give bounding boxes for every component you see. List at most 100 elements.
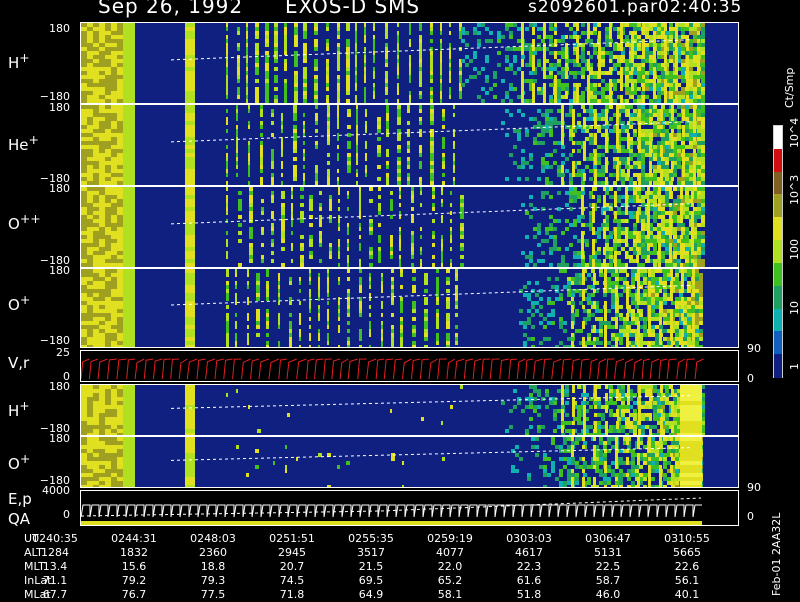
heatmap-cell	[346, 47, 350, 51]
heatmap-cell	[93, 177, 99, 181]
heatmap-cell	[594, 173, 597, 177]
heatmap-cell	[442, 181, 445, 185]
heatmap-cell	[407, 149, 410, 153]
heatmap-cell	[641, 227, 645, 231]
heatmap-cell	[653, 211, 657, 215]
heatmap-cell	[99, 67, 105, 71]
heatmap-cell	[81, 35, 87, 39]
heatmap-cell	[549, 39, 553, 43]
heatmap-cell	[111, 203, 117, 207]
heatmap-cell	[645, 27, 649, 31]
heatmap-cell	[573, 187, 577, 191]
heatmap-cell	[441, 219, 443, 223]
heatmap-cell	[455, 341, 458, 345]
heatmap-cell	[577, 161, 581, 165]
heatmap-cell	[625, 91, 629, 95]
heatmap-cell	[561, 141, 564, 145]
heatmap-cell	[111, 59, 117, 63]
heatmap-cell	[185, 199, 195, 203]
heatmap-cell	[356, 113, 358, 117]
heatmap-cell	[645, 173, 649, 177]
heatmap-cell	[117, 35, 123, 39]
heatmap-cell	[533, 141, 537, 145]
heatmap-cell	[689, 59, 693, 63]
heatmap-cell	[185, 219, 195, 223]
heatmap-cell	[635, 317, 639, 321]
heatmap-cell	[355, 55, 357, 59]
heatmap-cell	[440, 71, 442, 75]
heatmap-cell	[364, 27, 366, 31]
heatmap-cell	[682, 169, 685, 173]
heatmap-cell	[581, 59, 585, 63]
heatmap-cell	[647, 259, 650, 263]
heatmap-cell	[430, 153, 434, 157]
heatmap-cell	[677, 161, 681, 165]
heatmap-cell	[521, 87, 524, 91]
heatmap-cell	[129, 259, 135, 263]
heatmap-cell	[347, 145, 351, 149]
heatmap-cell	[661, 207, 665, 211]
heatmap-cell	[391, 345, 394, 347]
heatmap-cell	[593, 165, 597, 169]
heatmap-cell	[557, 263, 561, 267]
heatmap-cell	[645, 113, 649, 117]
heatmap-cell	[105, 195, 111, 199]
heatmap-cell	[430, 99, 433, 103]
heatmap-cell	[129, 195, 135, 199]
heatmap-cell	[255, 27, 259, 31]
heatmap-cell	[585, 239, 589, 243]
heatmap-cell	[677, 129, 681, 133]
heatmap-cell	[629, 199, 633, 203]
heatmap-cell	[609, 105, 613, 109]
heatmap-cell	[355, 47, 357, 51]
heatmap-cell	[645, 47, 649, 51]
heatmap-cell	[105, 141, 111, 145]
heatmap-cell	[664, 99, 667, 103]
heatmap-cell	[409, 23, 411, 27]
heatmap-cell	[346, 87, 350, 91]
heatmap-cell	[701, 117, 705, 121]
heatmap-cell	[625, 251, 628, 255]
heatmap-cell	[681, 35, 685, 39]
heatmap-cell	[587, 285, 591, 289]
heatmap-cell	[117, 71, 123, 75]
heatmap-cell	[673, 133, 677, 137]
heatmap-cell	[565, 87, 569, 91]
heatmap-cell	[256, 285, 260, 289]
heatmap-cell	[93, 321, 99, 325]
heatmap-cell	[81, 75, 87, 79]
heatmap-cell	[326, 87, 329, 91]
heatmap-cell	[117, 161, 123, 165]
heatmap-cell	[533, 51, 537, 55]
heatmap-cell	[685, 133, 689, 137]
heatmap-cell	[111, 277, 117, 281]
heatmap-cell	[271, 109, 274, 113]
heatmap-cell	[581, 67, 585, 71]
heatmap-cell	[123, 345, 129, 347]
heatmap-cell	[123, 177, 129, 181]
heatmap-cell	[601, 71, 605, 75]
heatmap-cell	[81, 137, 87, 141]
heatmap-cell	[665, 113, 669, 117]
heatmap-cell	[609, 129, 613, 133]
heatmap-cell	[614, 231, 617, 235]
heatmap-cell	[105, 239, 111, 243]
heatmap-cell	[631, 31, 634, 35]
heatmap-cell	[545, 117, 549, 121]
heatmap-cell	[649, 117, 653, 121]
heatmap-cell	[255, 51, 259, 55]
heatmap-cell	[561, 87, 565, 91]
heatmap-cell	[129, 109, 135, 113]
heatmap-cell	[309, 255, 313, 259]
heatmap-cell	[436, 313, 439, 317]
heatmap-cell	[691, 251, 694, 255]
heatmap-cell	[589, 55, 593, 59]
heatmap-cell	[117, 269, 123, 273]
heatmap-cell	[314, 23, 318, 27]
heatmap-cell	[129, 199, 135, 203]
heatmap-cell	[87, 117, 93, 121]
heatmap-cell	[661, 239, 665, 243]
heatmap-cell	[459, 23, 462, 27]
heatmap-cell	[346, 59, 350, 63]
heatmap-cell	[561, 153, 565, 157]
